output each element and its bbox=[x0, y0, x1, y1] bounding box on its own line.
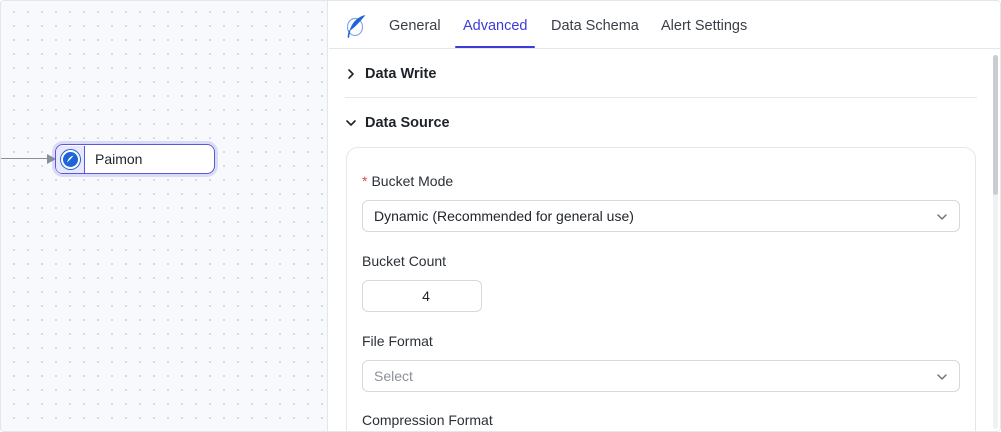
section-data-source-header[interactable]: Data Source bbox=[345, 115, 450, 131]
bucket-count-input[interactable]: 4 bbox=[362, 280, 482, 312]
section-data-write-header[interactable]: Data Write bbox=[345, 66, 436, 82]
panel-scrollbar[interactable] bbox=[993, 55, 998, 429]
app-window: Paimon General Advanced Data Schema Aler… bbox=[0, 0, 1001, 432]
paimon-logo-icon bbox=[60, 149, 80, 169]
tab-general[interactable]: General bbox=[389, 18, 441, 34]
chevron-right-icon bbox=[348, 69, 354, 79]
section-data-source-title: Data Source bbox=[365, 115, 450, 131]
bucket-count-label: Bucket Count bbox=[362, 253, 447, 269]
node-icon-container bbox=[56, 145, 85, 173]
connection-edge bbox=[1, 158, 51, 160]
active-tab-indicator bbox=[455, 46, 535, 48]
paimon-node[interactable]: Paimon bbox=[55, 144, 215, 174]
tab-bar: General Advanced Data Schema Alert Setti… bbox=[329, 1, 1000, 49]
bucket-mode-label: * Bucket Mode bbox=[362, 173, 454, 189]
workflow-canvas[interactable]: Paimon bbox=[1, 1, 328, 431]
file-format-placeholder: Select bbox=[374, 368, 413, 384]
section-divider bbox=[345, 97, 977, 98]
section-data-write-title: Data Write bbox=[365, 66, 437, 82]
chevron-down-icon bbox=[937, 214, 947, 220]
tab-advanced[interactable]: Advanced bbox=[463, 18, 528, 34]
file-format-select[interactable]: Select bbox=[362, 360, 960, 392]
chevron-down-icon bbox=[346, 120, 356, 126]
chevron-down-icon bbox=[937, 374, 947, 380]
bucket-mode-select[interactable]: Dynamic (Recommended for general use) bbox=[362, 200, 960, 232]
bucket-mode-value: Dynamic (Recommended for general use) bbox=[374, 208, 634, 224]
settings-panel: General Advanced Data Schema Alert Setti… bbox=[329, 1, 1000, 431]
file-format-label: File Format bbox=[362, 333, 433, 349]
compression-format-label: Compression Format bbox=[362, 412, 493, 428]
node-label: Paimon bbox=[95, 151, 143, 167]
paimon-logo-icon bbox=[346, 15, 366, 38]
tab-alert-settings[interactable]: Alert Settings bbox=[661, 18, 747, 34]
tab-data-schema[interactable]: Data Schema bbox=[551, 18, 639, 34]
required-mark: * bbox=[362, 173, 368, 189]
scrollbar-thumb[interactable] bbox=[993, 55, 998, 195]
